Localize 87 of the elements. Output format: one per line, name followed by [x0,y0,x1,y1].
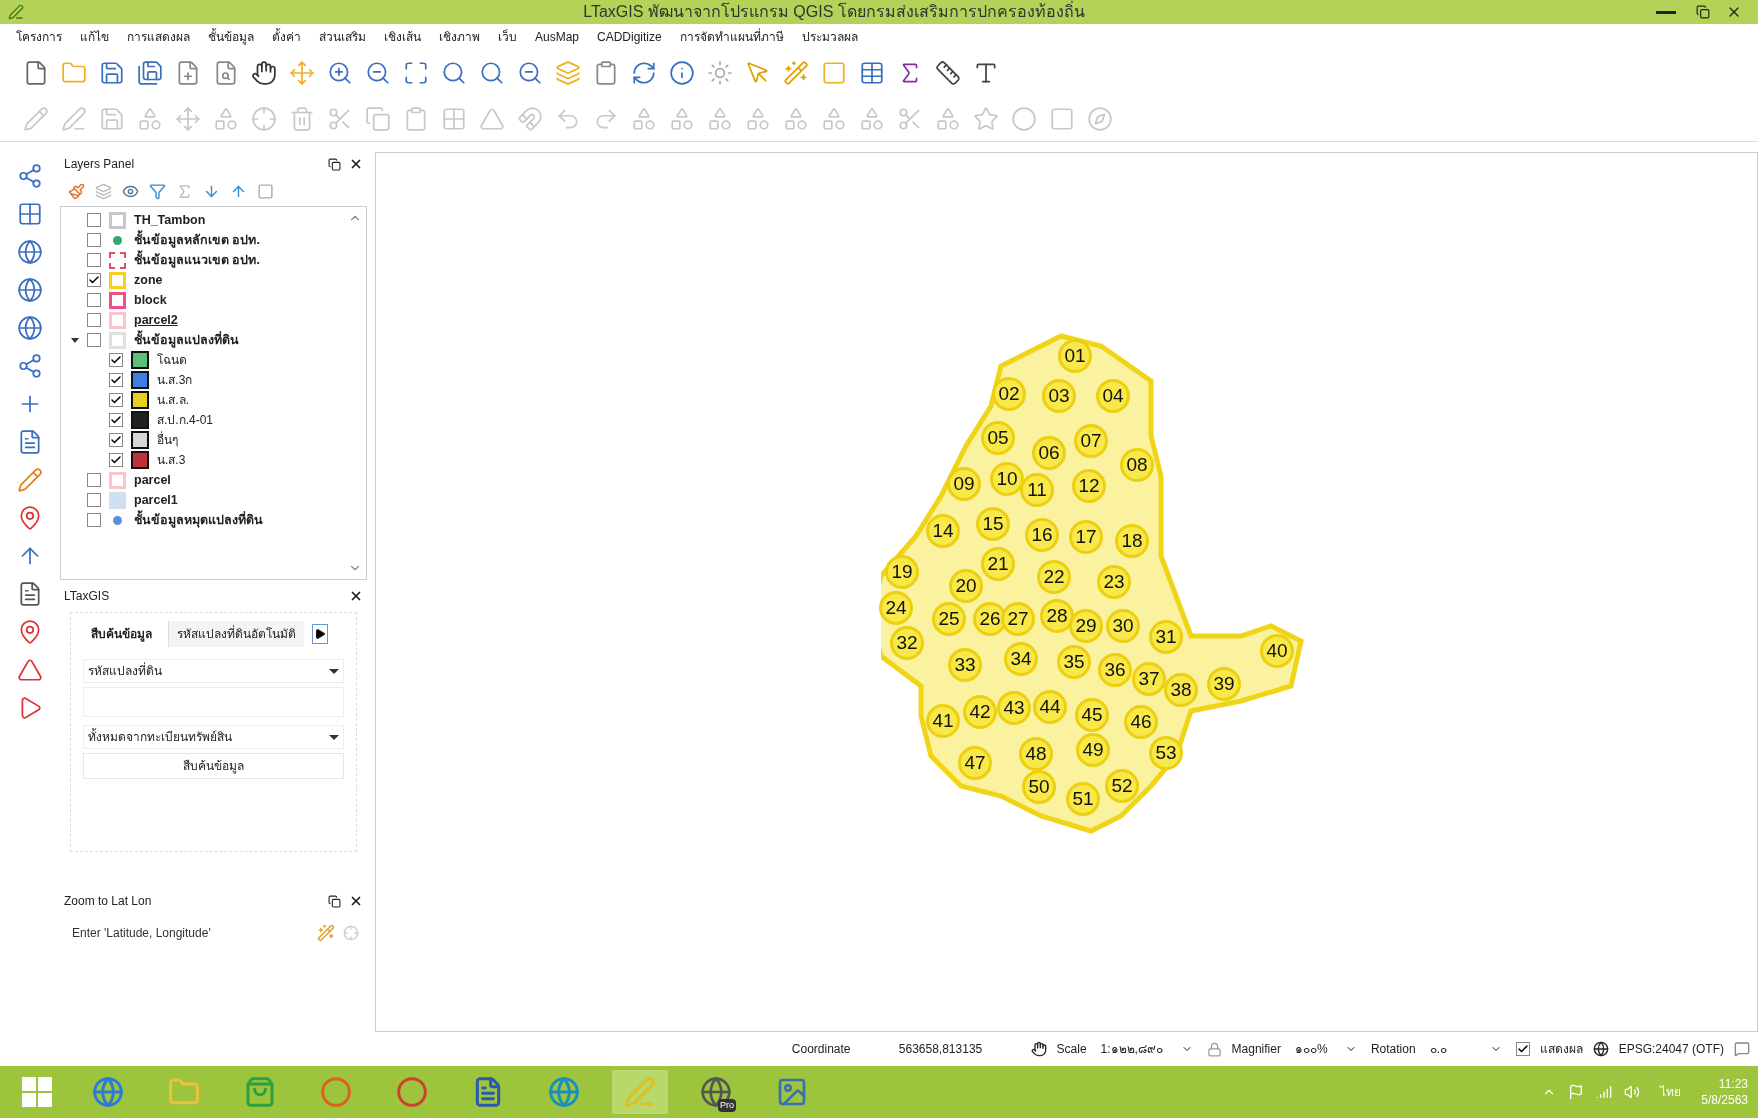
panel-title: Layers Panel [64,156,135,173]
menu-item[interactable]: AusMap [535,28,580,46]
menu-item[interactable]: ประมวลผล [801,28,858,46]
panel-title: LTaxGIS [64,588,110,605]
crs-button[interactable]: EPSG:24047 (OTF) [1618,1040,1724,1058]
close-icon[interactable] [349,894,363,908]
globe-app-icon[interactable] [700,1076,732,1108]
volume-icon[interactable] [1624,1084,1641,1100]
menu-item[interactable]: เว็บ [498,28,517,46]
search-button[interactable]: สืบค้นข้อมูล [83,753,344,779]
menu-item[interactable]: โครงการ [16,28,62,46]
layer-checkbox[interactable] [87,473,101,487]
category-name[interactable]: ส.ป.ก.4-01 [157,411,214,429]
windows-logo-icon[interactable] [22,1077,52,1107]
remove-layer-icon[interactable] [257,182,274,200]
layer-checkbox[interactable] [87,313,101,327]
float-icon[interactable] [328,157,341,171]
scale-label: Scale [1056,1041,1087,1058]
close-icon[interactable] [349,589,363,603]
menu-item[interactable]: ส่วนเสริม [319,28,366,46]
layer-checkbox[interactable] [109,393,123,407]
layer-name[interactable]: ชั้นข้อมูลแปลงที่ดิน [134,330,239,350]
magnifier-label: Magnifier [1231,1041,1281,1058]
layer-name[interactable]: ชั้นข้อมูลแนวเขต อปท. [134,250,260,270]
messages-icon[interactable] [1734,1041,1750,1057]
close-icon[interactable] [349,157,363,171]
rotation-label: Rotation [1370,1041,1416,1058]
dropdown-arrow-icon [329,734,339,740]
layer-checkbox[interactable] [109,353,123,367]
pick-point-icon[interactable] [317,924,335,942]
layer-name[interactable]: zone [134,270,163,290]
minimize-icon[interactable] [1656,10,1676,14]
extent-toggle-icon[interactable] [1030,1041,1047,1057]
parcel-code-select[interactable]: รหัสแปลงที่ดิน [83,659,344,683]
menu-item[interactable]: เชิงภาพ [439,28,480,46]
float-icon[interactable] [328,894,341,908]
tab-scroll-icon[interactable] [312,624,328,644]
category-name[interactable]: โฉนด [157,351,187,369]
category-name[interactable]: อื่นๆ [157,431,178,449]
layer-name[interactable]: parcel1 [134,490,178,510]
layer-checkbox[interactable] [87,293,101,307]
dropdown-arrow-icon [329,668,339,674]
lock-icon[interactable] [1206,1041,1222,1057]
layer-checkbox[interactable] [109,413,123,427]
layer-checkbox[interactable] [109,433,123,447]
layer-name[interactable]: TH_Tambon [134,210,206,230]
menu-item[interactable]: แก้ไข [80,28,109,46]
layer-checkbox[interactable] [87,253,101,267]
layer-name[interactable]: ชั้นข้อมูลหมุดแปลงที่ดิน [134,510,263,530]
network-icon[interactable] [1596,1084,1613,1100]
layer-checkbox[interactable] [87,513,101,527]
window-title: LTaxGIS พัฒนาจากโปรแกรม QGIS โดยกรมส่งเสริมการปกครองท้องถิ่น [582,0,1086,22]
menu-item[interactable]: CADDigitize [597,28,662,46]
panel-title: Zoom to Lat Lon [64,893,152,910]
layer-checkbox[interactable] [87,333,101,347]
layer-name[interactable]: parcel [134,470,171,490]
restore-icon[interactable] [1696,5,1710,19]
layer-checkbox[interactable] [109,373,123,387]
action-center-icon[interactable] [1568,1084,1585,1100]
category-name[interactable]: น.ส.3ก [157,371,193,389]
app-badge: Pro [718,1098,736,1112]
source-select[interactable]: ทั้งหมดจากทะเบียนทรัพย์สิน [83,725,344,749]
menu-item[interactable]: เชิงเส้น [384,28,421,46]
menu-item[interactable]: ตั้งค่า [272,28,301,46]
layer-name[interactable]: parcel2 [134,310,178,330]
menu-item[interactable]: การจัดทำแผนที่ภาษี [679,28,784,46]
layer-checkbox[interactable] [1515,1042,1530,1056]
layer-checkbox[interactable] [109,453,123,467]
expand-arrow-icon[interactable] [71,337,79,343]
render-label: แสดงผล [1539,1041,1583,1058]
style-brush-icon[interactable] [68,182,85,200]
layer-checkbox[interactable] [87,273,101,287]
crs-globe-icon[interactable] [1592,1041,1609,1057]
coordinate-label: Coordinate [791,1041,851,1058]
layer-checkbox[interactable] [87,233,101,247]
category-name[interactable]: น.ส.ล. [157,391,189,409]
filter-icon[interactable] [149,182,166,200]
tab[interactable]: รหัสแปลงที่ดินอัตโนมัติ [168,621,304,647]
category-name[interactable]: น.ส.3 [157,451,186,469]
menu-item[interactable]: การแสดงผล [127,28,190,46]
layer-checkbox[interactable] [87,213,101,227]
layer-name[interactable]: block [134,290,167,310]
menu-item[interactable]: ชั้นข้อมูล [208,28,254,46]
layer-checkbox[interactable] [87,493,101,507]
app-logo-icon [8,4,24,20]
layer-name[interactable]: ชั้นข้อมูลหลักเขต อปท. [134,230,260,250]
add-group-icon[interactable] [95,182,112,200]
